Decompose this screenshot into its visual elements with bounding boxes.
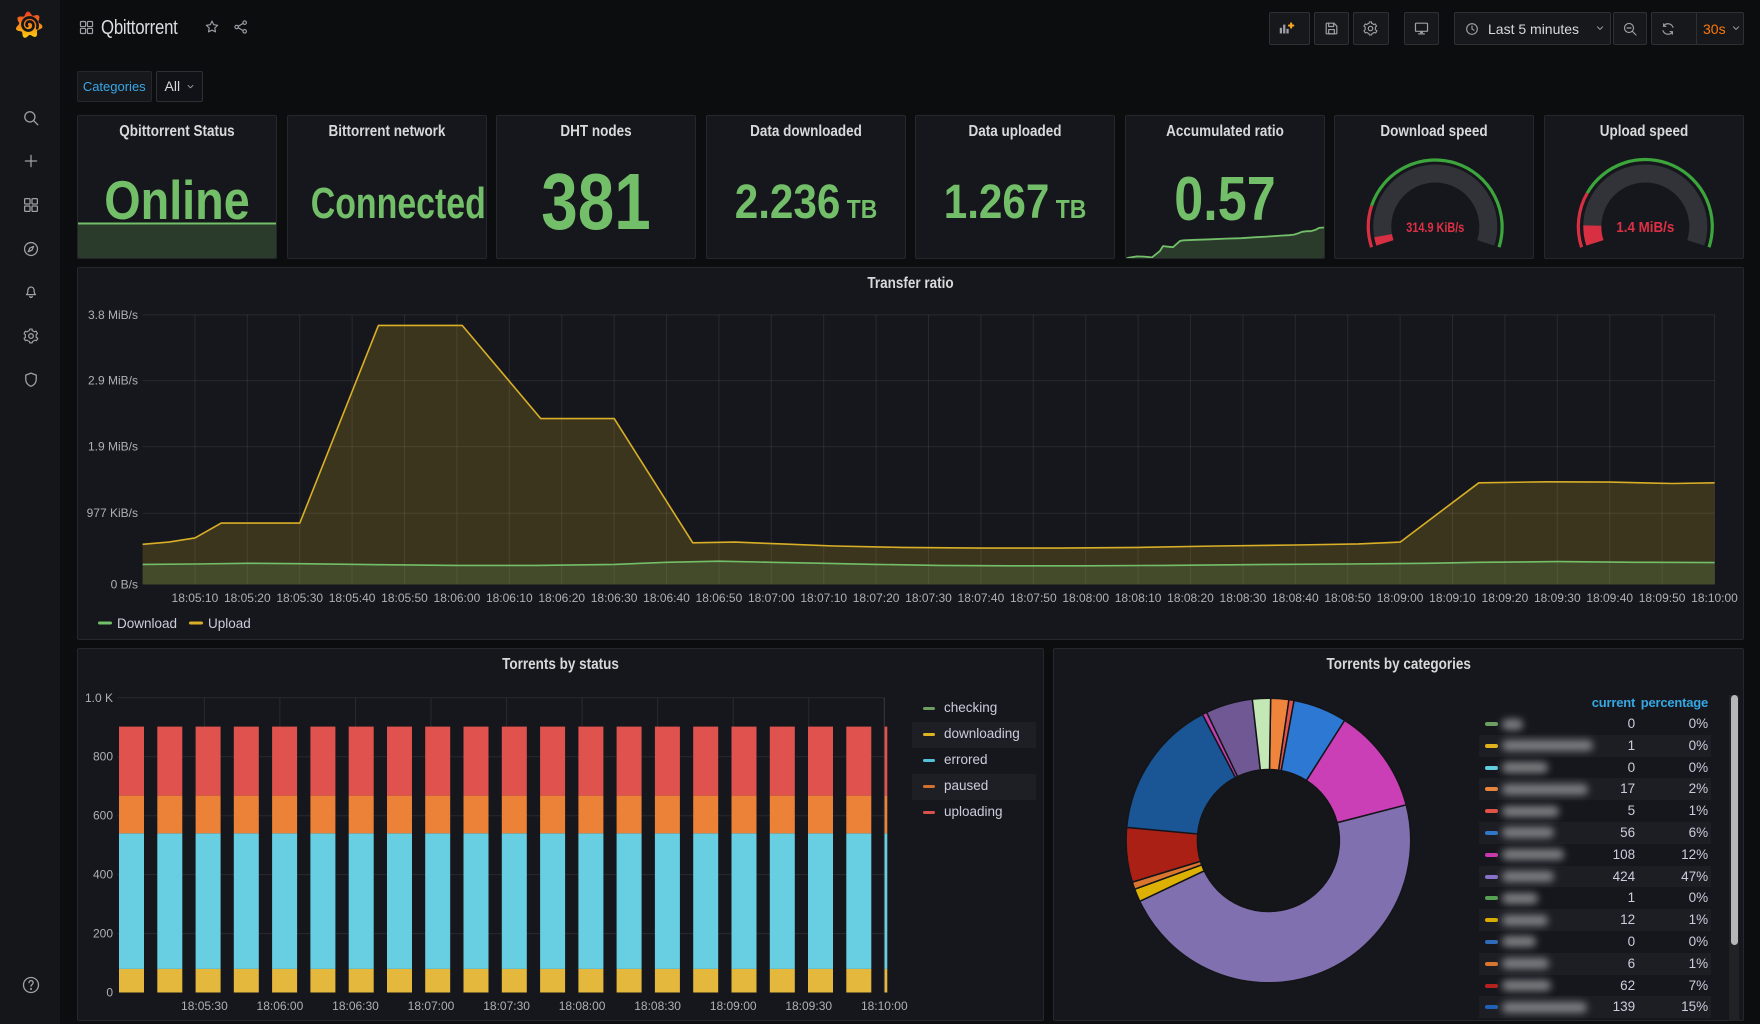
svg-text:18:08:10: 18:08:10 — [1115, 591, 1162, 605]
svg-text:18:09:40: 18:09:40 — [1586, 591, 1633, 605]
svg-text:18:06:20: 18:06:20 — [538, 591, 585, 605]
svg-text:200: 200 — [93, 927, 113, 941]
svg-text:18:08:00: 18:08:00 — [559, 999, 606, 1013]
svg-text:1.0 K: 1.0 K — [85, 691, 113, 705]
svg-text:18:09:30: 18:09:30 — [785, 999, 832, 1013]
svg-text:18:09:00: 18:09:00 — [1377, 591, 1424, 605]
svg-text:18:09:10: 18:09:10 — [1429, 591, 1476, 605]
svg-text:18:09:20: 18:09:20 — [1482, 591, 1529, 605]
svg-text:600: 600 — [93, 809, 113, 823]
svg-text:18:07:30: 18:07:30 — [483, 999, 530, 1013]
svg-text:18:08:00: 18:08:00 — [1062, 591, 1109, 605]
svg-text:18:05:20: 18:05:20 — [224, 591, 271, 605]
svg-text:18:08:40: 18:08:40 — [1272, 591, 1319, 605]
svg-text:18:08:30: 18:08:30 — [634, 999, 681, 1013]
svg-text:977 KiB/s: 977 KiB/s — [87, 506, 138, 520]
svg-text:18:07:00: 18:07:00 — [408, 999, 455, 1013]
svg-text:0 B/s: 0 B/s — [111, 578, 138, 592]
svg-text:800: 800 — [93, 750, 113, 764]
svg-text:18:07:10: 18:07:10 — [800, 591, 847, 605]
svg-text:18:06:50: 18:06:50 — [696, 591, 743, 605]
svg-text:18:05:10: 18:05:10 — [172, 591, 219, 605]
svg-text:0: 0 — [106, 986, 113, 1000]
svg-text:18:08:30: 18:08:30 — [1220, 591, 1267, 605]
svg-text:2.9 MiB/s: 2.9 MiB/s — [88, 374, 138, 388]
svg-text:3.8 MiB/s: 3.8 MiB/s — [88, 308, 138, 322]
svg-text:18:06:00: 18:06:00 — [257, 999, 304, 1013]
svg-text:18:05:30: 18:05:30 — [181, 999, 228, 1013]
svg-text:18:06:10: 18:06:10 — [486, 591, 533, 605]
svg-text:1.9 MiB/s: 1.9 MiB/s — [88, 440, 138, 454]
svg-text:18:07:00: 18:07:00 — [748, 591, 795, 605]
svg-text:18:06:40: 18:06:40 — [643, 591, 690, 605]
svg-text:18:07:40: 18:07:40 — [958, 591, 1005, 605]
svg-text:18:07:20: 18:07:20 — [853, 591, 900, 605]
svg-text:18:09:30: 18:09:30 — [1534, 591, 1581, 605]
svg-text:18:05:40: 18:05:40 — [329, 591, 376, 605]
svg-text:18:07:30: 18:07:30 — [905, 591, 952, 605]
svg-text:18:08:20: 18:08:20 — [1167, 591, 1214, 605]
svg-text:Upload: Upload — [208, 616, 251, 631]
svg-text:18:05:30: 18:05:30 — [276, 591, 323, 605]
svg-text:18:09:00: 18:09:00 — [710, 999, 757, 1013]
svg-text:18:07:50: 18:07:50 — [1010, 591, 1057, 605]
svg-text:314.9 KiB/s: 314.9 KiB/s — [1407, 219, 1465, 235]
svg-text:18:06:30: 18:06:30 — [332, 999, 379, 1013]
svg-text:18:05:50: 18:05:50 — [381, 591, 428, 605]
svg-text:18:06:00: 18:06:00 — [434, 591, 481, 605]
svg-text:400: 400 — [93, 868, 113, 882]
svg-text:18:10:00: 18:10:00 — [861, 999, 908, 1013]
svg-text:1.4 MiB/s: 1.4 MiB/s — [1616, 219, 1674, 236]
svg-text:18:08:50: 18:08:50 — [1324, 591, 1371, 605]
svg-text:18:10:00: 18:10:00 — [1691, 591, 1738, 605]
svg-text:Download: Download — [117, 616, 177, 631]
svg-text:18:09:50: 18:09:50 — [1639, 591, 1686, 605]
svg-text:18:06:30: 18:06:30 — [591, 591, 638, 605]
